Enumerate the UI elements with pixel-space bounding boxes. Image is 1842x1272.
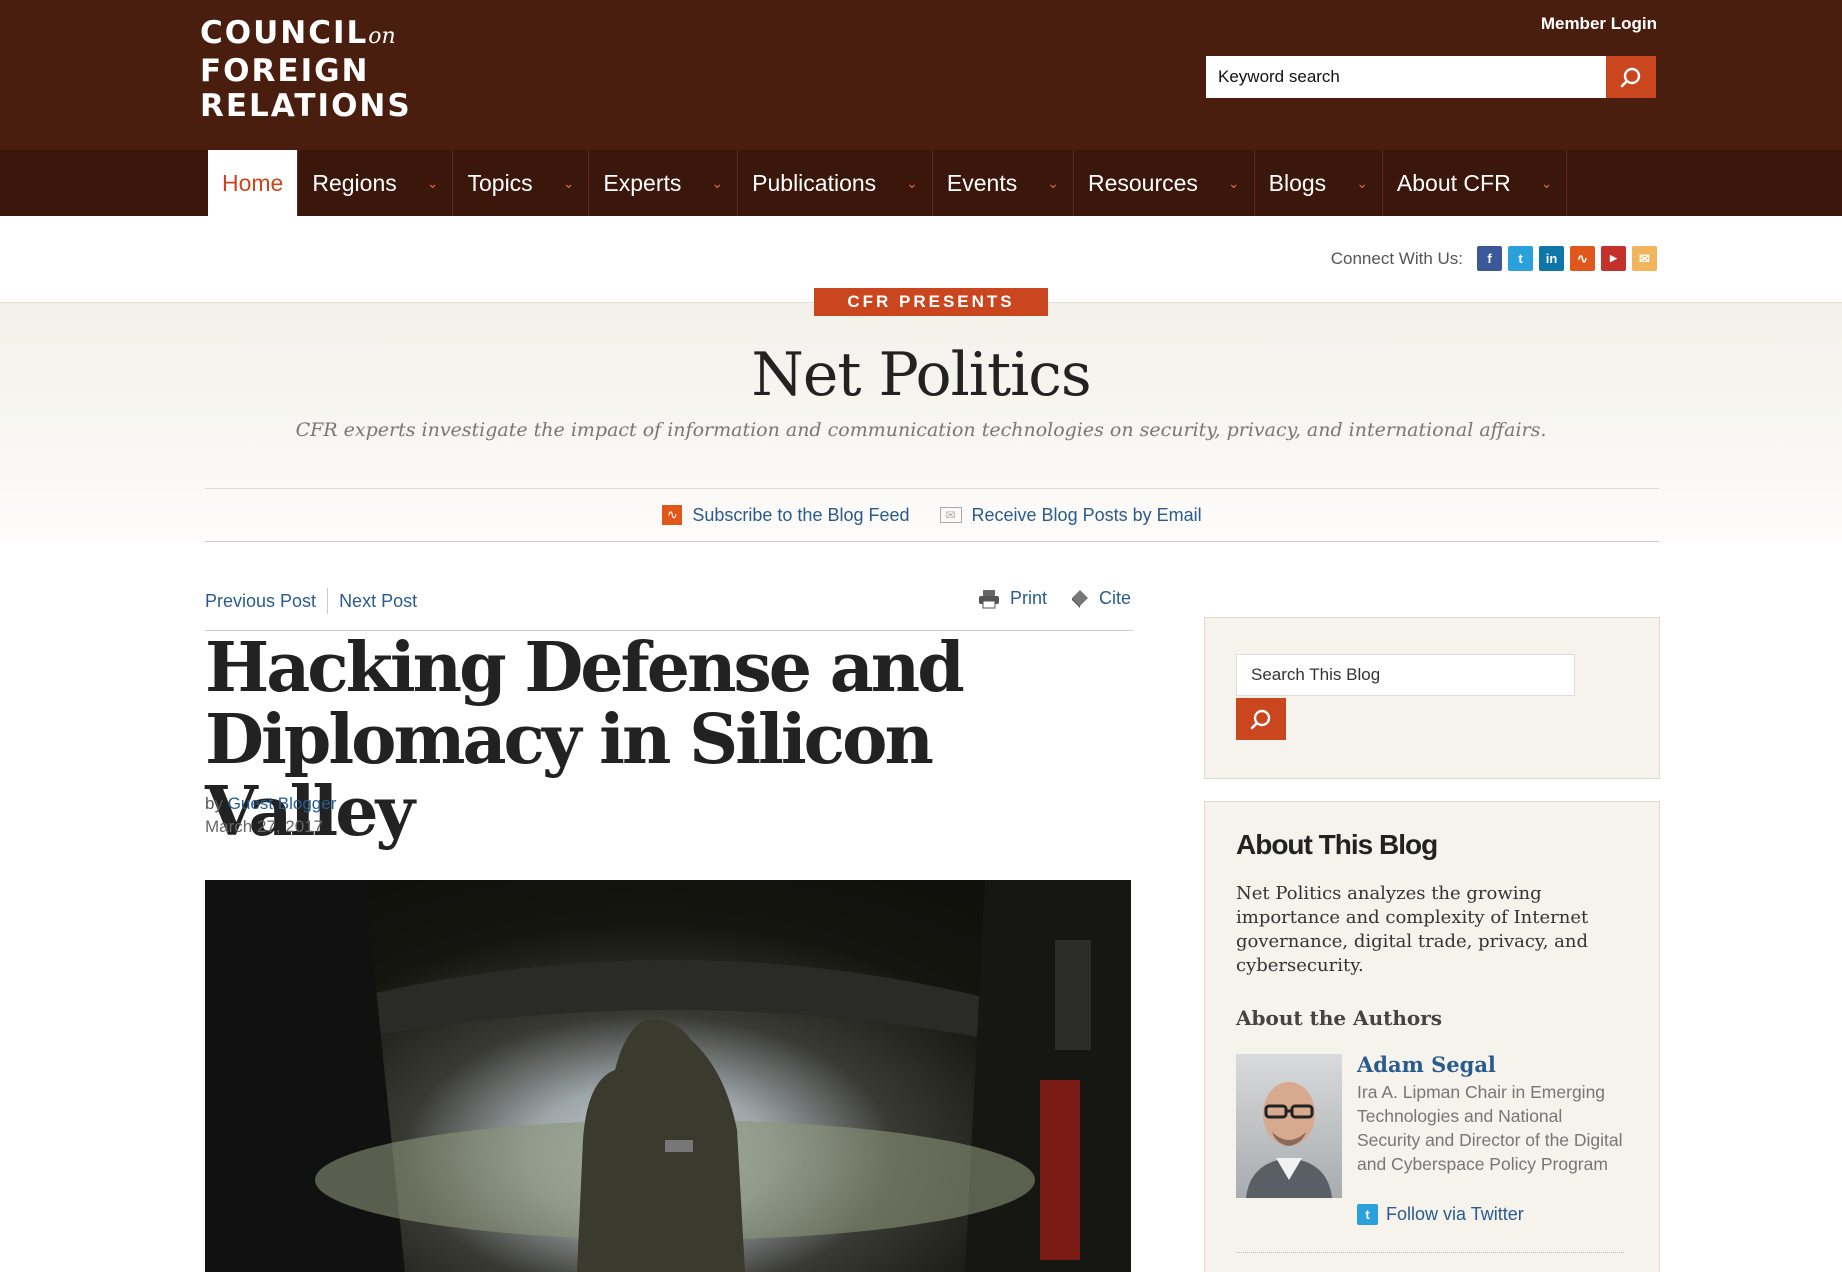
search-icon [1250,709,1271,730]
blog-search-button[interactable] [1236,698,1286,740]
follow-twitter-link[interactable]: t Follow via Twitter [1357,1204,1524,1225]
nav-item-regions[interactable]: Regions ⌄ [298,150,454,216]
site-header: COUNCILon FOREIGN RELATIONS Member Login [0,0,1842,150]
rss-icon[interactable]: ∿ [1570,246,1595,271]
cite-link[interactable]: Cite [1069,588,1131,609]
article-tools: Print Cite [978,588,1131,609]
article-hero-image [205,880,1131,1272]
chevron-down-icon[interactable]: ⌄ [1228,175,1240,192]
about-blog-text: Net Politics analyzes the growing import… [1236,883,1589,976]
twitter-icon[interactable]: t [1508,246,1533,271]
previous-post-link[interactable]: Previous Post [205,591,316,612]
nav-item-resources[interactable]: Resources ⌄ [1074,150,1255,216]
post-navigation: Previous Post Next Post [205,588,417,614]
author-role: Ira A. Lipman Chair in Emerging Technolo… [1357,1082,1623,1174]
author-name-link[interactable]: Adam Segal [1357,1052,1496,1077]
member-login-link[interactable]: Member Login [1541,14,1657,34]
cfr-presents-badge: CFR PRESENTS [814,288,1048,316]
email-subscribe-link[interactable]: ✉ Receive Blog Posts by Email [939,505,1202,526]
blog-subtitle: CFR experts investigate the impact of in… [295,419,1547,441]
connect-label: Connect With Us: [1330,248,1463,268]
linkedin-icon[interactable]: in [1539,246,1564,271]
nav-item-events[interactable]: Events ⌄ [933,150,1074,216]
rss-icon: ∿ [662,505,683,525]
next-post-link[interactable]: Next Post [339,591,417,612]
chevron-down-icon[interactable]: ⌄ [711,175,723,192]
chevron-down-icon[interactable]: ⌄ [1047,175,1059,192]
envelope-icon: ✉ [939,507,962,523]
search-button[interactable] [1606,56,1656,98]
cite-icon [1072,589,1089,608]
nav-item-blogs[interactable]: Blogs ⌄ [1255,150,1383,216]
printer-icon [979,589,999,608]
chevron-down-icon[interactable]: ⌄ [1541,175,1553,192]
keyword-search-input[interactable] [1206,56,1606,98]
youtube-icon[interactable]: ▶ [1601,246,1626,271]
author-photo [1246,1082,1332,1198]
blog-title[interactable]: Net Politics [0,340,1842,410]
nav-item-experts[interactable]: Experts ⌄ [589,150,739,216]
chevron-down-icon[interactable]: ⌄ [1356,175,1368,192]
connect-with-us: Connect With Us: f t in ∿ ▶ ✉ [1331,246,1657,271]
about-blog-panel [1204,801,1660,1272]
nav-item-about-cfr[interactable]: About CFR ⌄ [1383,150,1568,216]
blog-search-input[interactable] [1236,654,1575,696]
about-blog-heading: About This Blog [1236,829,1438,860]
paratrooper-photo [205,880,1131,1272]
main-nav: Home Regions ⌄ Topics ⌄ Experts ⌄ Publicati… [0,150,1842,216]
facebook-icon[interactable]: f [1477,246,1502,271]
search-icon [1620,67,1641,88]
author-avatar[interactable] [1236,1054,1342,1198]
blog-feed-bar: ∿ Subscribe to the Blog Feed ✉ Receive B… [205,488,1659,542]
article-title: Hacking Defense and Diplomacy in Silicon… [205,628,965,852]
divider [327,588,329,614]
twitter-icon: t [1357,1204,1378,1225]
subscribe-feed-link[interactable]: ∿ Subscribe to the Blog Feed [662,505,910,526]
chevron-down-icon[interactable]: ⌄ [427,175,439,192]
about-authors-heading: About the Authors [1236,1006,1443,1030]
chevron-down-icon[interactable]: ⌄ [906,175,918,192]
author-link[interactable]: Guest Blogger [228,794,337,813]
byline: by Guest Blogger [205,794,337,813]
nav-item-publications[interactable]: Publications ⌄ [738,150,933,216]
print-link[interactable]: Print [978,588,1047,609]
divider [1236,1252,1624,1253]
nav-item-topics[interactable]: Topics ⌄ [453,150,590,216]
cfr-logo[interactable]: COUNCILon FOREIGN RELATIONS [200,16,412,124]
email-icon[interactable]: ✉ [1632,246,1657,271]
nav-item-home[interactable]: Home [208,150,299,216]
article-date: March 27, 2017 [205,817,324,836]
chevron-down-icon[interactable]: ⌄ [563,175,575,192]
